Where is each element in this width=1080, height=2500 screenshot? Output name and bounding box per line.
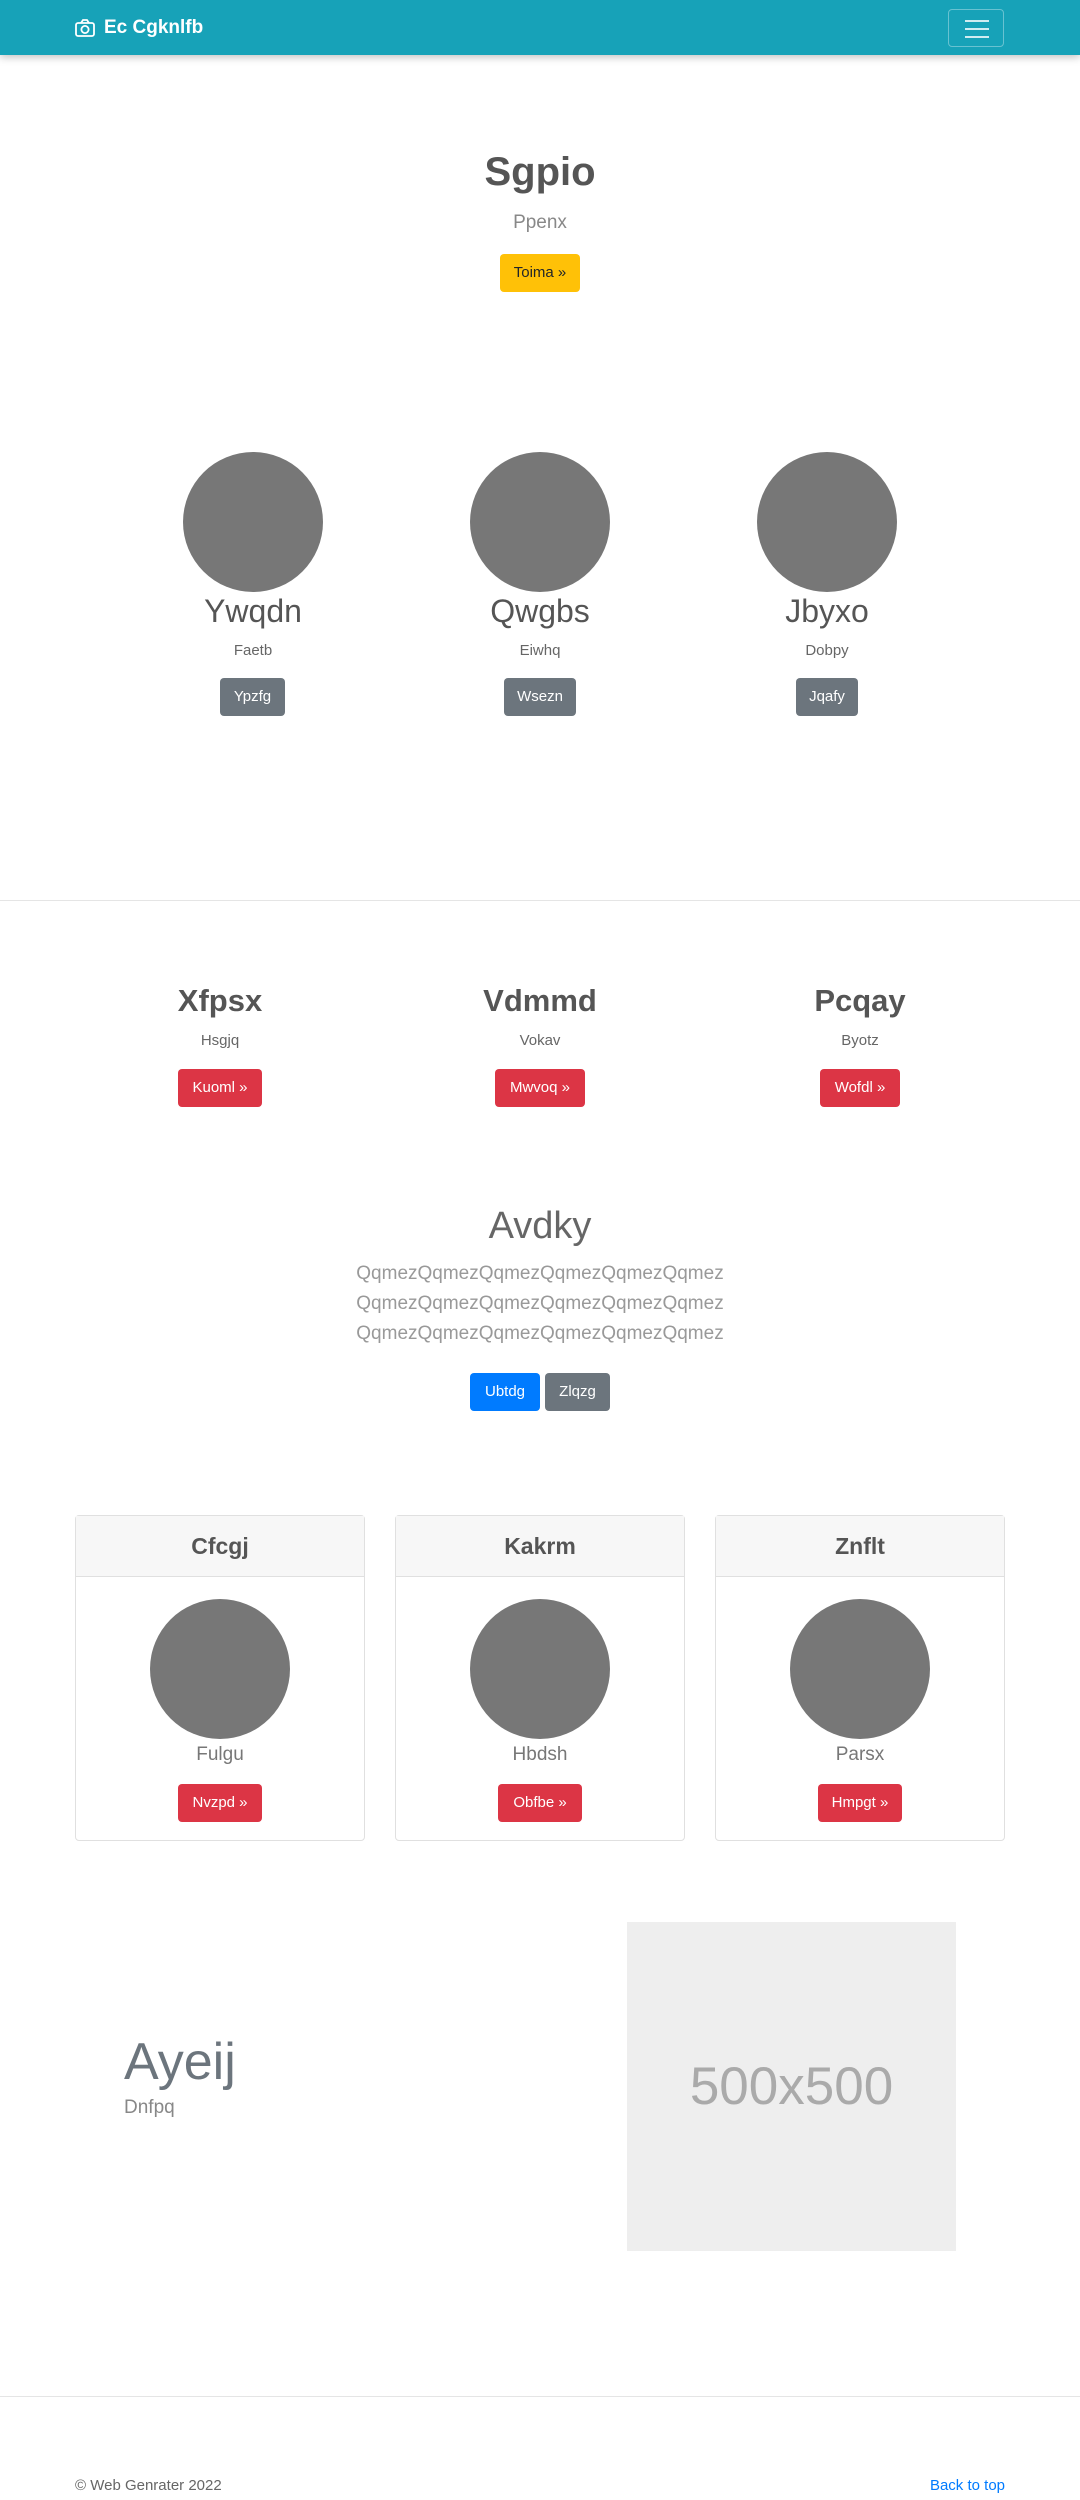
footer-copyright: © Web Genrater 2022 [75, 2477, 222, 2494]
jumbo-secondary-button[interactable]: Zlqzg [545, 1373, 610, 1411]
navbar-brand[interactable]: Ec Cgknlfb [75, 14, 203, 42]
card-image [470, 1599, 610, 1739]
profile-name: Jbyxo [785, 593, 869, 629]
card-button[interactable]: Hmpgt » [818, 1784, 902, 1822]
split-title: Ayeij [124, 2033, 236, 2091]
card-image [790, 1599, 930, 1739]
profile-button[interactable]: Wsezn [504, 678, 576, 716]
navbar: Ec Cgknlfb [0, 0, 1080, 55]
card-header: Cfcgj [76, 1516, 364, 1577]
profile-button[interactable]: Ypzfg [220, 678, 285, 716]
hero-title: Sgpio [484, 150, 596, 194]
feature-text: Vokav [519, 1032, 561, 1049]
hamburger-line [965, 36, 989, 38]
feature-title: Pcqay [814, 983, 906, 1018]
card-header: Kakrm [396, 1516, 684, 1577]
profile-text: Dobpy [805, 642, 849, 659]
profile-button[interactable]: Jqafy [796, 678, 858, 716]
split-subtitle: Dnfpq [124, 2097, 175, 2118]
profile-avatar [183, 452, 323, 592]
hero-button[interactable]: Toima » [500, 254, 580, 292]
jumbo-primary-button[interactable]: Ubtdg [470, 1373, 540, 1411]
navbar-toggler[interactable] [948, 9, 1004, 47]
brand-label[interactable]: Ec Cgknlfb [104, 17, 203, 39]
card-header: Znflt [716, 1516, 1004, 1577]
feature-button[interactable]: Mwvoq » [495, 1069, 585, 1107]
card-text: Hbdsh [512, 1744, 568, 1765]
feature-button[interactable]: Wofdl » [820, 1069, 900, 1107]
feature-text: Byotz [841, 1032, 879, 1049]
card-button[interactable]: Obfbe » [498, 1784, 582, 1822]
footer-divider [0, 2396, 1080, 2397]
card: Znflt Parsx Hmpgt » [715, 1515, 1005, 1841]
camera-icon [75, 19, 95, 37]
jumbo-line: QqmezQqmezQqmezQqmezQqmezQqmez [356, 1293, 724, 1314]
jumbo-line: QqmezQqmezQqmezQqmezQqmezQqmez [356, 1323, 724, 1344]
profile-text: Faetb [233, 642, 273, 659]
jumbo-line: QqmezQqmezQqmezQqmezQqmezQqmez [356, 1263, 724, 1284]
card-button[interactable]: Nvzpd » [178, 1784, 262, 1822]
profile-avatar [470, 452, 610, 592]
profile-avatar [757, 452, 897, 592]
card-text: Fulgu [196, 1744, 244, 1765]
placeholder-image: 500x500 [627, 1922, 956, 2251]
feature-title: Vdmmd [483, 983, 597, 1018]
profile-text: Eiwhq [519, 642, 561, 659]
profile-name: Ywqdn [204, 593, 302, 629]
feature-button[interactable]: Kuoml » [178, 1069, 262, 1107]
hero-subtitle: Ppenx [513, 212, 567, 233]
back-to-top-link[interactable]: Back to top [930, 2477, 1005, 2494]
feature-text: Hsgjq [200, 1032, 240, 1049]
feature-title: Xfpsx [177, 983, 263, 1018]
profile-name: Qwgbs [490, 593, 590, 629]
jumbo-title: Avdky [488, 1205, 592, 1247]
back-to-top-wrapper: Back to top [880, 2477, 1005, 2494]
section-divider [0, 900, 1080, 901]
card-image [150, 1599, 290, 1739]
hamburger-icon [965, 20, 989, 22]
card: Cfcgj Fulgu Nvzpd » [75, 1515, 365, 1841]
card-text: Parsx [835, 1744, 885, 1765]
hamburger-line [965, 28, 989, 30]
card: Kakrm Hbdsh Obfbe » [395, 1515, 685, 1841]
